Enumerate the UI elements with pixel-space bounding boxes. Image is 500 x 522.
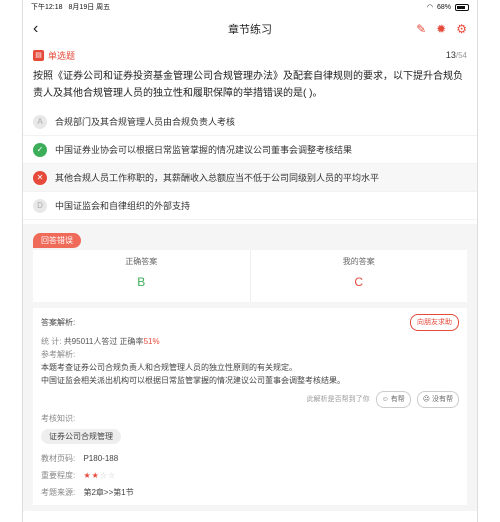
status-date: 8月19日 周五 [68, 4, 111, 11]
option-a-mark: A [33, 114, 47, 129]
helpful-button[interactable]: ☺ 有帮 [375, 391, 411, 408]
analysis-panel: 答案解析: 向朋友求助 统 计: 共95011人答过 正确率51% 参考解析: … [33, 308, 467, 505]
status-bar: 下午12:18 8月19日 周五 ◠ 68% [23, 0, 477, 14]
check-icon: ✓ [33, 142, 47, 157]
battery-icon [455, 3, 469, 11]
knowledge-label: 考核知识: [41, 414, 76, 423]
not-helpful-label: 没有帮 [432, 396, 453, 403]
page-label: 教材页码: [41, 454, 76, 463]
importance-stars: ★★☆☆ [83, 471, 116, 480]
knowledge-row: 考核知识: [41, 412, 459, 425]
option-a[interactable]: A 合规部门及其合规管理人员由合规负责人考核 [23, 108, 477, 136]
app-frame: 下午12:18 8月19日 周五 ◠ 68% ‹ 章节练习 ✎ ✹ ⚙ ▤ 单选… [22, 0, 478, 522]
source-value: 第2章>>第1节 [83, 488, 134, 497]
correct-answer: 正确答案 B [33, 250, 250, 302]
reference-label: 参考解析: [41, 350, 76, 359]
reference-line-1: 本题考查证券公司合规负责人和合规管理人员的独立性原则的有关规定。 [41, 363, 297, 372]
option-d-text: 中国证监会和自律组织的外部支持 [55, 201, 191, 211]
question-counter: 13/54 [446, 50, 467, 60]
question-total: /54 [455, 51, 467, 60]
correct-answer-value: B [137, 275, 146, 289]
option-c[interactable]: ✕ 其他合规人员工作称职的，其薪酬收入总额应当不低于公司同级别人员的平均水平 [23, 164, 477, 192]
page-row: 教材页码: P180-188 [41, 452, 459, 465]
option-c-text: 其他合规人员工作称职的，其薪酬收入总额应当不低于公司同级别人员的平均水平 [55, 173, 380, 183]
my-answer-label: 我的答案 [342, 257, 375, 266]
answer-box: 正确答案 B 我的答案 C [33, 250, 467, 302]
question-header: ▤ 单选题 13/54 [23, 44, 477, 66]
source-row: 考题来源: 第2章>>第1节 [41, 486, 459, 499]
settings-icon[interactable]: ⚙ [456, 22, 467, 36]
knowledge-tag[interactable]: 证券公司合规管理 [41, 429, 121, 444]
question-current: 13 [445, 50, 456, 60]
star-filled-icon: ★ [83, 471, 92, 480]
reference-line-2: 中国证监会相关派出机构可以根据日常监管掌握的情况建议公司董事会调整考核结果。 [41, 376, 345, 385]
page-value: P180-188 [83, 454, 119, 463]
helpful-label: 有帮 [390, 396, 405, 403]
importance-label: 重要程度: [41, 471, 76, 480]
wifi-icon: ◠ [426, 4, 433, 11]
stats-text: 共95011人答过 正确率 [63, 337, 144, 346]
cross-icon: ✕ [33, 170, 47, 185]
feedback-question: 此解析是否帮到了你 [306, 396, 370, 403]
importance-row: 重要程度: ★★☆☆ [41, 469, 459, 482]
bug-icon[interactable]: ✹ [436, 22, 446, 36]
result-badge: 回答错误 [33, 233, 81, 248]
star-filled-icon: ★ [91, 471, 100, 480]
my-answer: 我的答案 C [249, 250, 468, 302]
stats-row: 统 计: 共95011人答过 正确率51% [41, 335, 459, 348]
option-b-text: 中国证券业协会可以根据日常监管掌握的情况建议公司董事会调整考核结果 [55, 145, 353, 155]
star-empty-icon: ☆ [107, 471, 117, 480]
option-d-mark: D [33, 198, 47, 213]
ask-friend-button[interactable]: 向朋友求助 [410, 314, 459, 331]
correct-answer-label: 正确答案 [125, 257, 158, 266]
page-title: 章节练习 [228, 24, 272, 36]
back-button[interactable]: ‹ [33, 20, 53, 38]
analysis-title: 答案解析: [41, 318, 76, 327]
source-label: 考题来源: [41, 488, 76, 497]
option-a-text: 合规部门及其合规管理人员由合规负责人考核 [55, 117, 236, 127]
options-list: A 合规部门及其合规管理人员由合规负责人考核 ✓ 中国证券业协会可以根据日常监管… [23, 108, 477, 220]
stats-rate: 51% [143, 337, 160, 346]
stats-label: 统 计: [41, 337, 62, 346]
question-type-icon: ▤ [33, 49, 44, 61]
not-helpful-button[interactable]: ☹ 没有帮 [416, 391, 459, 408]
my-answer-value: C [354, 275, 364, 289]
feedback-row: 此解析是否帮到了你 ☺ 有帮 ☹ 没有帮 [41, 391, 459, 408]
edit-icon[interactable]: ✎ [416, 22, 426, 36]
status-time: 下午12:18 [31, 4, 63, 11]
option-d[interactable]: D 中国证监会和自律组织的外部支持 [23, 192, 477, 220]
question-type: 单选题 [48, 50, 76, 61]
result-area: 回答错误 正确答案 B 我的答案 C 答案解析: 向朋友求助 统 计: 共950… [23, 224, 477, 511]
nav-bar: ‹ 章节练习 ✎ ✹ ⚙ [23, 14, 477, 44]
option-b[interactable]: ✓ 中国证券业协会可以根据日常监管掌握的情况建议公司董事会调整考核结果 [23, 136, 477, 164]
star-empty-icon: ☆ [99, 471, 108, 480]
question-text: 按照《证券公司和证券投资基金管理公司合规管理办法》及配套自律规则的要求，以下提升… [33, 71, 463, 99]
battery-percent: 68% [436, 3, 451, 11]
